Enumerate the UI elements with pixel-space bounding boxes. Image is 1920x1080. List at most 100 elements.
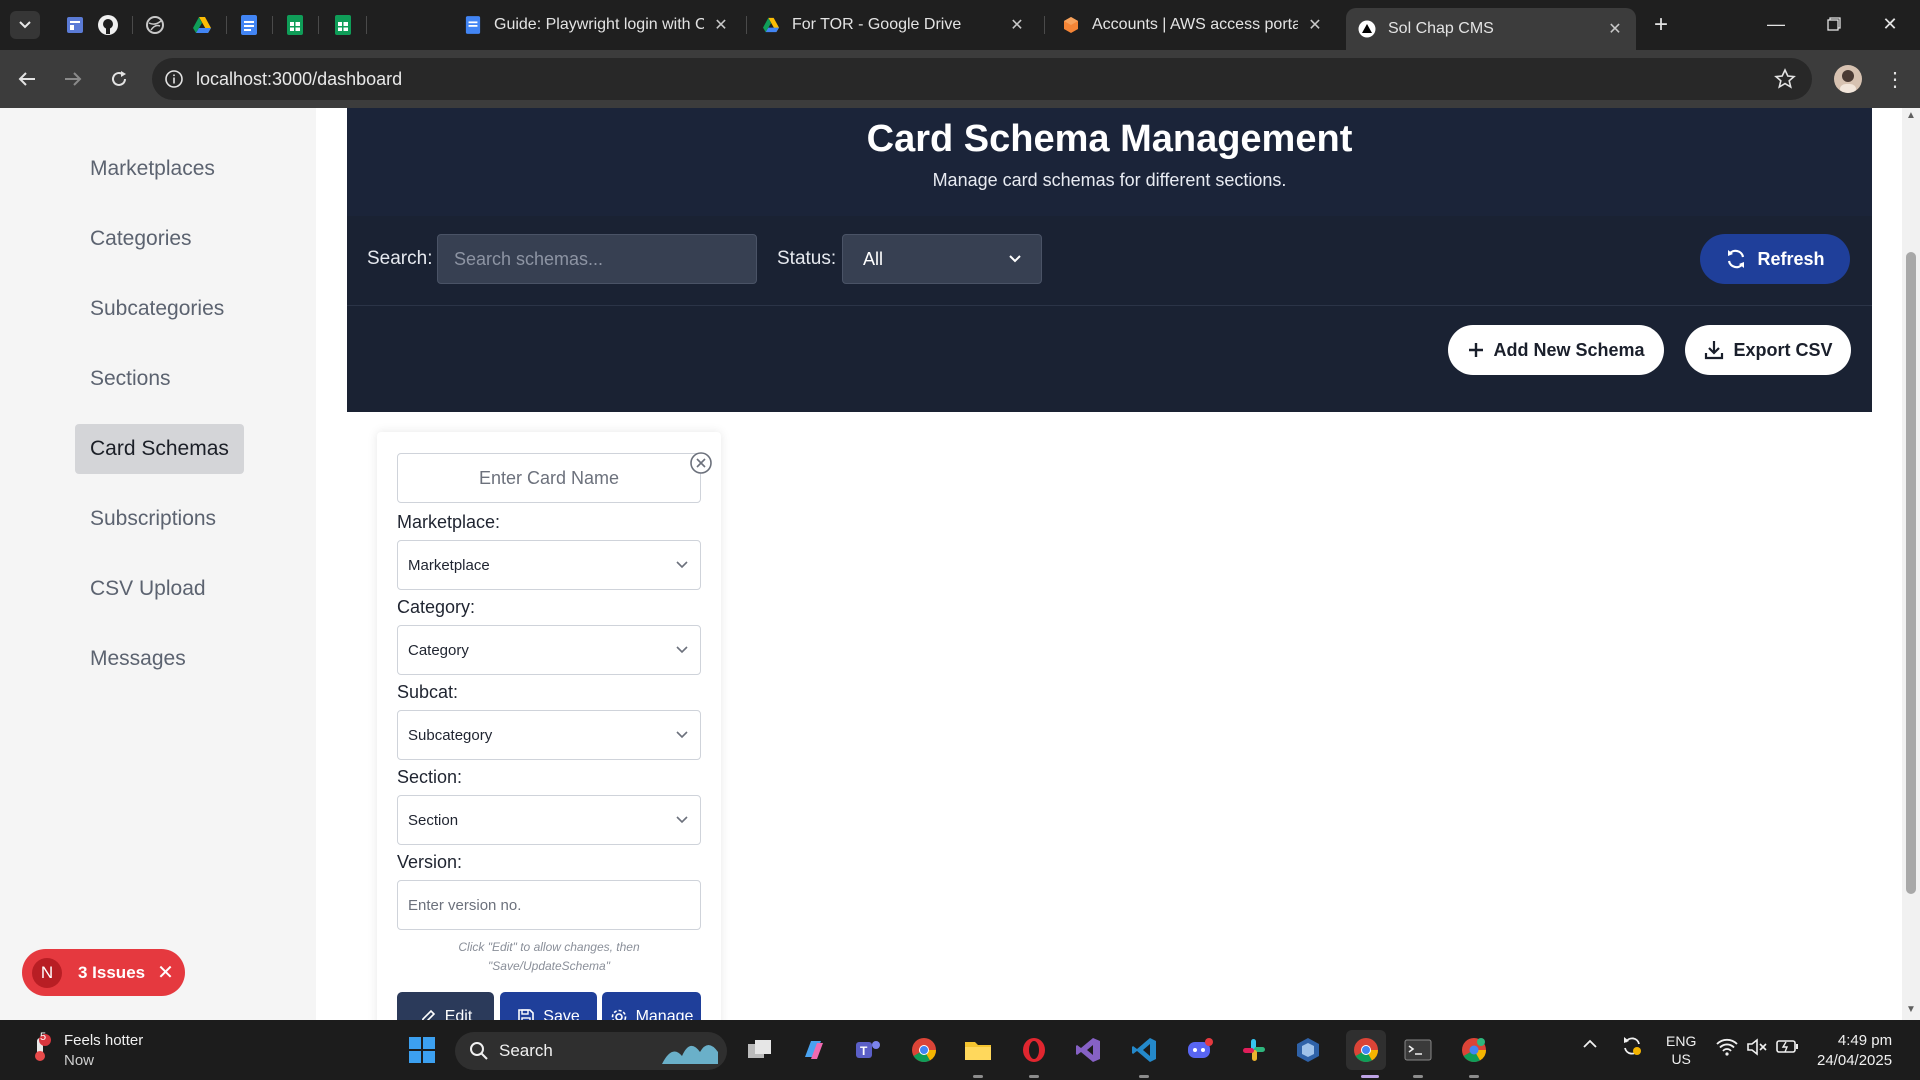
github-icon xyxy=(98,15,118,35)
divider xyxy=(347,305,1872,306)
tab-google-drive[interactable]: For TOR - Google Drive ✕ xyxy=(750,8,1038,42)
page-scrollbar[interactable]: ▲ ▼ xyxy=(1902,108,1920,1020)
close-icon[interactable]: ✕ xyxy=(157,960,174,985)
export-csv-button[interactable]: Export CSV xyxy=(1685,325,1851,375)
section-select[interactable]: Section xyxy=(397,795,701,845)
sidebar-item-subscriptions[interactable]: Subscriptions xyxy=(75,494,231,544)
save-button[interactable]: Save xyxy=(500,992,597,1020)
tab-aws-portal[interactable]: Accounts | AWS access portal ✕ xyxy=(1050,8,1336,42)
taskbar-clock[interactable]: 4:49 pm 24/04/2025 xyxy=(1817,1031,1892,1071)
close-tab-icon[interactable]: ✕ xyxy=(1306,16,1324,34)
windows-logo-icon xyxy=(409,1037,435,1063)
wifi-icon[interactable] xyxy=(1716,1038,1738,1059)
profile-avatar[interactable] xyxy=(1834,65,1862,93)
pinned-tab-dashboard[interactable] xyxy=(62,12,88,38)
tab-playwright-guide[interactable]: Guide: Playwright login with Co ✕ xyxy=(452,8,742,42)
sidebar-item-csv-upload[interactable]: CSV Upload xyxy=(75,564,221,614)
pinned-tab-web[interactable] xyxy=(142,12,168,38)
close-window-button[interactable]: ✕ xyxy=(1862,8,1918,40)
task-view-icon[interactable] xyxy=(744,1034,776,1066)
sidebar-item-card-schemas[interactable]: Card Schemas xyxy=(75,424,244,474)
issues-badge[interactable]: N 3 Issues ✕ xyxy=(22,949,185,996)
terminal-icon[interactable] xyxy=(1402,1034,1434,1066)
sync-icon[interactable] xyxy=(1620,1034,1644,1061)
opera-icon[interactable] xyxy=(1018,1034,1050,1066)
taskbar-search-label: Search xyxy=(499,1041,553,1060)
category-select[interactable]: Category xyxy=(397,625,701,675)
edit-button[interactable]: Edit xyxy=(397,992,494,1020)
tab-title: For TOR - Google Drive xyxy=(792,16,962,33)
show-hidden-icons[interactable] xyxy=(1582,1036,1598,1052)
tab-search-button[interactable] xyxy=(10,11,40,39)
forward-button[interactable] xyxy=(58,64,88,94)
search-input[interactable] xyxy=(437,234,757,284)
status-label: Status: xyxy=(777,248,837,269)
sidebar-item-categories[interactable]: Categories xyxy=(75,214,207,264)
battery-icon[interactable] xyxy=(1776,1038,1800,1057)
sidebar-item-messages[interactable]: Messages xyxy=(75,634,201,684)
card-name-input[interactable] xyxy=(397,453,701,503)
version-input[interactable] xyxy=(397,880,701,930)
scrollbar-thumb[interactable] xyxy=(1906,252,1916,894)
chevron-down-icon xyxy=(676,816,688,824)
bookmark-star-icon[interactable] xyxy=(1774,68,1796,90)
minimize-button[interactable]: — xyxy=(1748,8,1804,40)
manage-button[interactable]: Manage xyxy=(602,992,701,1020)
sidebar-item-marketplaces[interactable]: Marketplaces xyxy=(75,144,230,194)
address-bar[interactable]: localhost:3000/dashboard xyxy=(152,58,1812,100)
chrome-canary-icon[interactable] xyxy=(1458,1034,1490,1066)
tab-title: Guide: Playwright login with Co xyxy=(494,16,704,33)
slack-icon[interactable] xyxy=(1238,1034,1270,1066)
close-tab-icon[interactable]: ✕ xyxy=(1606,20,1624,38)
site-info-icon[interactable] xyxy=(164,69,184,89)
copilot-icon[interactable] xyxy=(798,1034,830,1066)
chrome-icon[interactable] xyxy=(908,1034,940,1066)
pinned-tab-github[interactable] xyxy=(95,12,121,38)
google-drive-icon xyxy=(762,16,780,34)
browser-menu-button[interactable]: ⋮ xyxy=(1880,64,1910,94)
search-highlight-icon xyxy=(662,1045,718,1064)
volume-muted-icon[interactable] xyxy=(1746,1038,1768,1059)
gear-icon xyxy=(611,1009,626,1020)
scroll-down-arrow-icon[interactable]: ▼ xyxy=(1905,1004,1917,1016)
close-tab-icon[interactable]: ✕ xyxy=(1008,16,1026,34)
vscode-icon[interactable] xyxy=(1128,1034,1160,1066)
issues-count-label: 3 Issues xyxy=(78,962,146,982)
refresh-button[interactable]: Refresh xyxy=(1700,234,1850,284)
discord-icon[interactable] xyxy=(1184,1034,1216,1066)
weather-widget[interactable]: 5 Feels hotter Now xyxy=(24,1028,174,1072)
sidebar-item-subcategories[interactable]: Subcategories xyxy=(75,284,239,334)
status-select[interactable]: All xyxy=(842,234,1042,284)
close-circle-icon[interactable] xyxy=(689,451,713,475)
file-explorer-icon[interactable] xyxy=(962,1034,994,1066)
plus-icon xyxy=(1469,343,1484,357)
back-button[interactable] xyxy=(12,64,42,94)
visual-studio-icon[interactable] xyxy=(1072,1034,1104,1066)
chrome-profile-icon[interactable] xyxy=(1346,1030,1386,1070)
pinned-tab-sheets-2[interactable] xyxy=(330,12,356,38)
vercel-icon xyxy=(1358,20,1376,38)
category-label: Category: xyxy=(397,597,476,617)
close-tab-icon[interactable]: ✕ xyxy=(712,16,730,34)
search-icon xyxy=(470,1042,488,1060)
tab-sol-chap-cms[interactable]: Sol Chap CMS ✕ xyxy=(1346,8,1636,50)
subcategory-select[interactable]: Subcategory xyxy=(397,710,701,760)
scroll-up-arrow-icon[interactable]: ▲ xyxy=(1905,110,1917,122)
edit-hint-line-2: "Save/UpdateSchema" xyxy=(488,959,610,973)
marketplace-select[interactable]: Marketplace xyxy=(397,540,701,590)
sidebar-item-sections[interactable]: Sections xyxy=(75,354,186,404)
running-indicator xyxy=(1413,1075,1423,1078)
language-indicator[interactable]: ENG US xyxy=(1666,1032,1696,1068)
taskbar-search[interactable]: Search xyxy=(455,1032,727,1070)
pinned-tab-drive[interactable] xyxy=(189,12,215,38)
new-tab-button[interactable]: + xyxy=(1648,11,1674,38)
add-new-schema-button[interactable]: Add New Schema xyxy=(1448,325,1664,375)
teams-icon[interactable]: T xyxy=(852,1034,884,1066)
reload-button[interactable] xyxy=(104,64,134,94)
pinned-tab-docs[interactable] xyxy=(236,12,262,38)
pinned-tab-sheets-1[interactable] xyxy=(282,12,308,38)
start-button[interactable] xyxy=(406,1034,438,1066)
chevron-down-icon xyxy=(1009,255,1021,263)
restore-button[interactable] xyxy=(1806,8,1862,40)
virtualbox-icon[interactable] xyxy=(1292,1034,1324,1066)
